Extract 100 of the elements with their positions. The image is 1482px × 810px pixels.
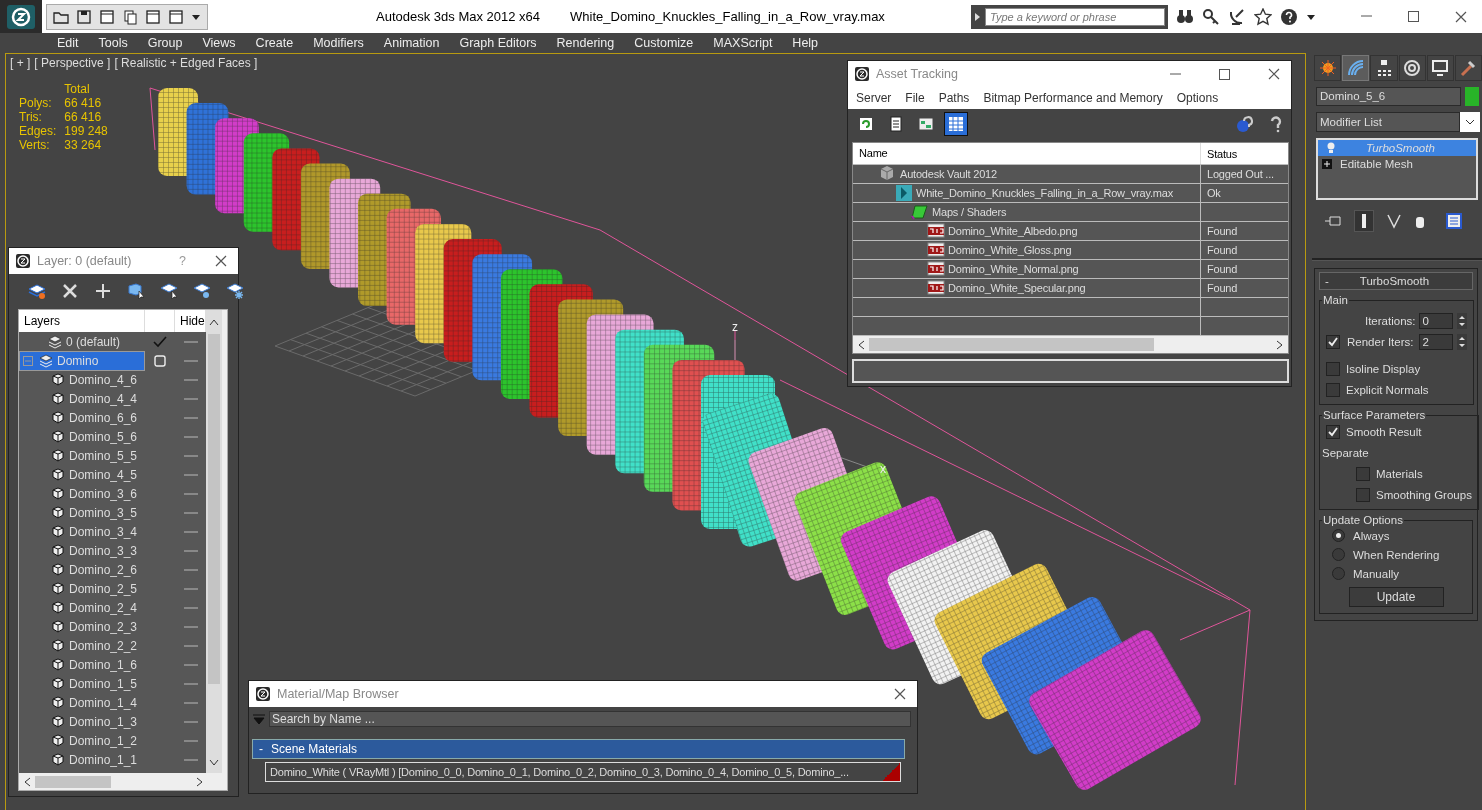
object-name[interactable]: Domino_3_6 — [69, 486, 138, 501]
checkbox[interactable] — [1356, 466, 1370, 481]
menu-item[interactable]: Animation — [373, 36, 450, 50]
object-name[interactable]: Domino_4_5 — [69, 467, 138, 482]
menu-item[interactable]: Tools — [88, 36, 138, 50]
binoculars-icon[interactable] — [1176, 7, 1194, 26]
object-name[interactable]: Domino_4_4 — [69, 391, 138, 406]
spinner-arrows-icon[interactable] — [1457, 333, 1468, 350]
page-icon[interactable] — [99, 8, 115, 25]
object-name[interactable]: Domino_1_6 — [69, 657, 138, 672]
close-icon[interactable] — [214, 254, 228, 268]
menu-item[interactable]: Create — [245, 36, 304, 50]
scrollbar-thumb[interactable] — [208, 334, 220, 684]
object-name[interactable]: Domino_3_3 — [69, 543, 138, 558]
panel-tab[interactable] — [1314, 55, 1342, 81]
asset-name[interactable]: Domino_White_Albedo.png — [948, 225, 1078, 237]
select-layer-icon[interactable] — [159, 281, 179, 301]
scroll-up-icon[interactable] — [209, 318, 219, 326]
maximize-icon[interactable] — [1218, 67, 1231, 81]
menu-item[interactable]: Rendering — [546, 36, 625, 50]
menu-item[interactable]: Edit — [47, 36, 89, 50]
object-color-swatch[interactable] — [1465, 87, 1479, 106]
spinner-field[interactable]: 2 — [1419, 333, 1454, 350]
collapse-toggle[interactable]: - — [1320, 275, 1329, 287]
rollout-header[interactable]: - TurboSmooth — [1319, 272, 1473, 290]
checkmark-icon[interactable] — [153, 335, 167, 348]
object-name[interactable]: Domino_1_3 — [69, 714, 138, 729]
modifier-stack-item[interactable]: Editable Mesh — [1318, 156, 1476, 172]
object-name[interactable]: Domino_5_5 — [69, 448, 138, 463]
object-name[interactable]: Domino_2_3 — [69, 619, 138, 634]
spinner-field[interactable]: 0 — [1419, 312, 1454, 329]
scroll-right-icon[interactable] — [1276, 339, 1284, 350]
help-icon[interactable] — [1280, 7, 1298, 26]
search-field[interactable]: Type a keyword or phrase — [985, 7, 1165, 26]
scroll-down-icon[interactable] — [209, 759, 219, 767]
menu-item[interactable]: Group — [137, 36, 193, 50]
checkbox[interactable] — [1326, 424, 1340, 439]
close-icon[interactable] — [893, 687, 907, 701]
viewport-label[interactable]: [ Realistic + Edged Faces ] — [114, 56, 258, 70]
app-logo-icon[interactable] — [6, 3, 36, 30]
hide-toggle-icon[interactable] — [183, 359, 198, 363]
panel-tab[interactable] — [1426, 55, 1454, 81]
show-end-result-icon[interactable] — [1354, 210, 1374, 232]
satellite-dish-icon[interactable] — [1228, 7, 1246, 26]
section-header[interactable]: - Scene Materials — [252, 739, 905, 759]
menu-item[interactable]: Paths — [930, 91, 976, 105]
close-icon[interactable] — [1454, 9, 1468, 24]
asset-name[interactable]: Domino_White_Gloss.png — [948, 244, 1072, 256]
menu-item[interactable]: MAXScript — [703, 36, 783, 50]
object-name[interactable]: Domino_1_1 — [69, 752, 138, 767]
object-name[interactable]: Domino_1_2 — [69, 733, 138, 748]
object-name-field[interactable]: Domino_5_6 — [1316, 87, 1461, 106]
object-name[interactable]: Domino_6_6 — [69, 410, 138, 425]
star-icon[interactable] — [1254, 7, 1272, 26]
view-button[interactable] — [944, 112, 968, 136]
light-bulb-icon[interactable] — [1326, 142, 1336, 154]
help-button[interactable]: ? — [179, 254, 186, 268]
material-item[interactable]: Domino_White ( VRayMtl ) [Domino_0_0, Domino_0_1, Domino_0_2, Domino_0_3, Domino_0_4, Domino_0_5, Domino_... — [265, 762, 901, 782]
pin-stack-icon[interactable] — [1324, 214, 1342, 228]
project-icon[interactable] — [122, 8, 138, 25]
radio-button[interactable] — [1332, 529, 1345, 542]
configure-modifier-sets-icon[interactable] — [1446, 213, 1462, 229]
expand-icon[interactable] — [1322, 159, 1332, 169]
object-name[interactable]: Domino_1_5 — [69, 676, 138, 691]
asset-name[interactable]: Domino_White_Normal.png — [948, 263, 1079, 275]
object-name[interactable]: Domino_2_6 — [69, 562, 138, 577]
checkbox[interactable] — [1326, 361, 1340, 376]
radio-button[interactable] — [1332, 548, 1345, 561]
radio-button[interactable] — [1332, 567, 1345, 580]
expand-icon[interactable] — [974, 11, 982, 22]
help-globe-icon[interactable] — [1235, 115, 1253, 133]
object-name[interactable]: Domino_3_4 — [69, 524, 138, 539]
panel-tab[interactable] — [1370, 55, 1398, 81]
scrollbar-thumb[interactable] — [869, 338, 1154, 351]
search-field[interactable]: Search by Name ... — [269, 711, 911, 727]
checkbox[interactable] — [1326, 334, 1340, 349]
object-name[interactable]: Domino_1_4 — [69, 695, 138, 710]
asset-name[interactable]: Domino_White_Specular.png — [948, 282, 1086, 294]
spinner-arrows-icon[interactable] — [1457, 312, 1468, 329]
viewport-label[interactable]: [ Perspective ] — [34, 56, 111, 70]
update-button[interactable]: Update — [1348, 587, 1444, 607]
menu-item[interactable]: Modifiers — [303, 36, 374, 50]
panel-tab[interactable] — [1398, 55, 1426, 81]
make-unique-icon[interactable] — [1386, 213, 1402, 229]
scroll-left-icon[interactable] — [23, 776, 31, 787]
layer-row[interactable]: 0 (default) — [19, 332, 145, 351]
maximize-icon[interactable] — [1407, 10, 1420, 23]
scroll-right-icon[interactable] — [196, 776, 204, 787]
menu-item[interactable]: Options — [1168, 91, 1225, 105]
menu-item[interactable]: Graph Editors — [449, 36, 547, 50]
page-icon[interactable] — [145, 8, 161, 25]
viewport-label[interactable]: [ + ] — [10, 56, 31, 70]
object-name[interactable]: Domino_2_2 — [69, 638, 138, 653]
object-name[interactable]: Domino_4_6 — [69, 372, 138, 387]
close-icon[interactable] — [1267, 67, 1281, 81]
asset-name[interactable]: Autodesk Vault 2012 — [900, 168, 997, 180]
select-object-icon[interactable] — [126, 281, 146, 301]
layer-row[interactable]: Domino — [19, 351, 145, 371]
object-name[interactable]: Domino_2_5 — [69, 581, 138, 596]
menu-item[interactable]: Customize — [624, 36, 704, 50]
